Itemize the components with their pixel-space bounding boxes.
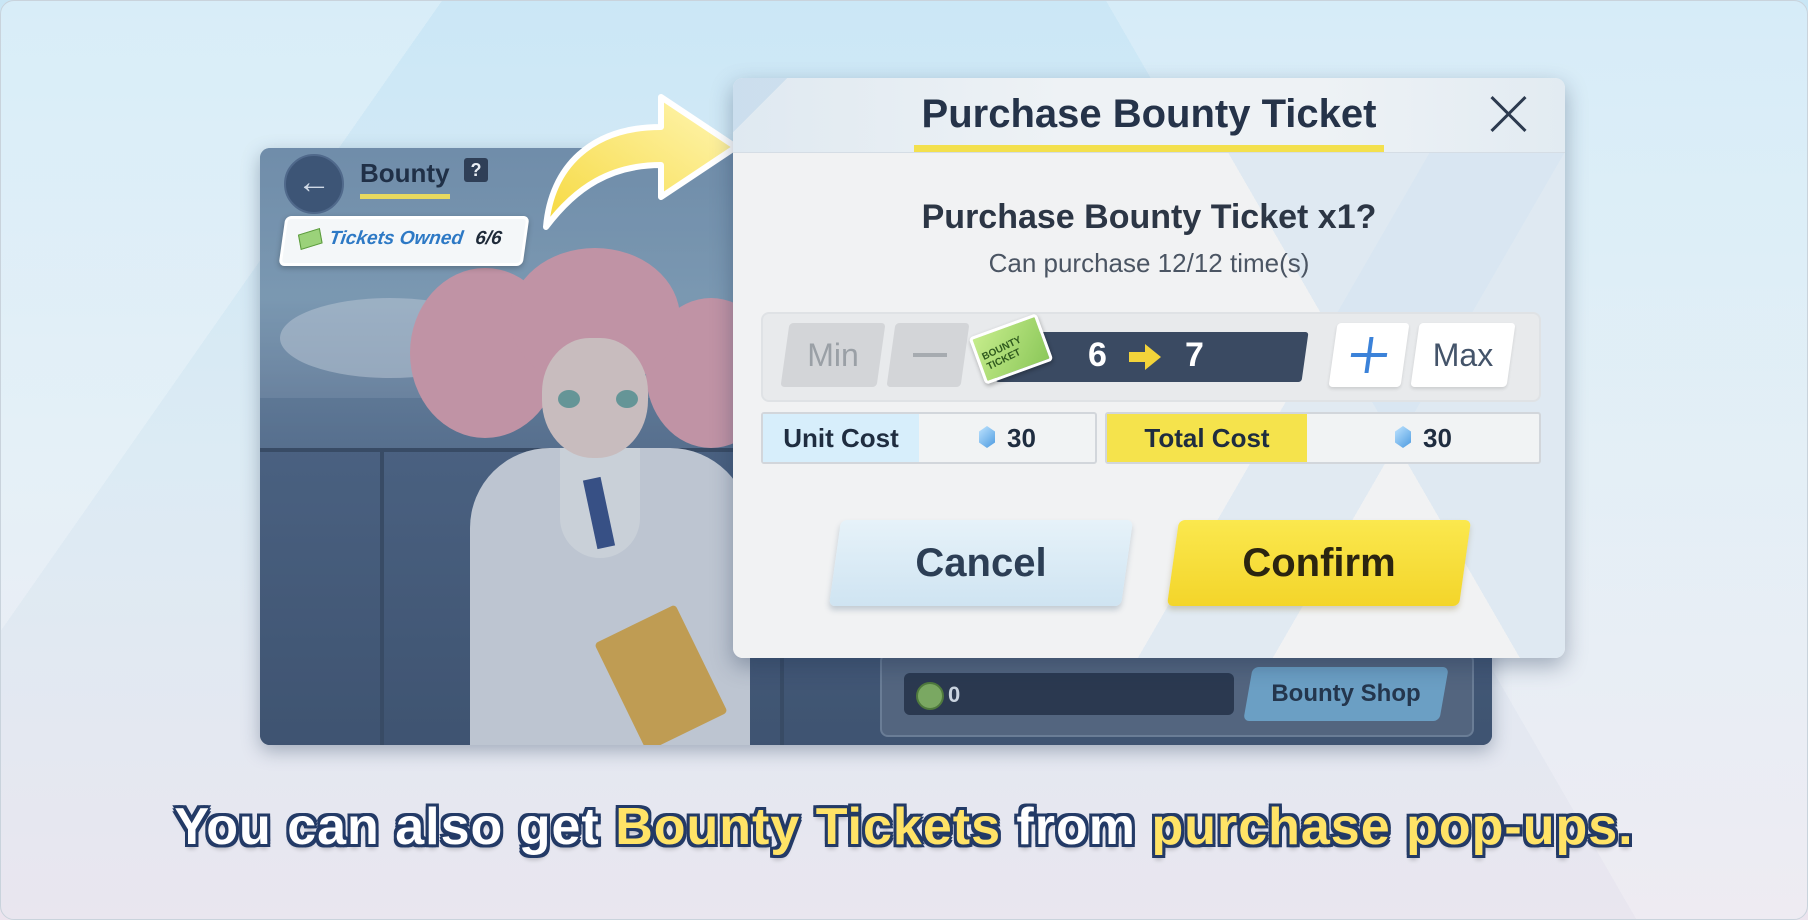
purchase-question: Purchase Bounty Ticket x1?: [921, 198, 1377, 236]
unit-cost-label: Unit Cost: [763, 414, 919, 462]
count-to: 7: [1185, 336, 1204, 374]
tickets-owned-label: Tickets Owned: [327, 228, 465, 249]
bounty-coin-icon: [916, 682, 944, 710]
arrow-left-icon: ←: [297, 163, 331, 201]
increase-button[interactable]: [1328, 323, 1410, 387]
ticket-icon: [297, 227, 323, 251]
bottom-bar: 0 Bounty Shop: [880, 653, 1474, 737]
pyroxene-gem-icon: [1395, 426, 1411, 448]
decrease-button[interactable]: [886, 323, 970, 387]
popup-title-underline: [914, 145, 1384, 152]
max-label: Max: [1432, 337, 1494, 373]
total-cost-label: Total Cost: [1107, 414, 1307, 462]
quantity-selector: Min BOUNTY TICKET 6 7 Max: [761, 312, 1541, 402]
tickets-owned-badge: Tickets Owned 6/6: [278, 216, 530, 266]
confirm-button[interactable]: Confirm: [1166, 520, 1472, 606]
tutorial-frame: ← Bounty ? Tickets Owned 6/6 0 Bounty Sh…: [0, 0, 1808, 920]
count-from: 6: [1088, 336, 1107, 374]
caption-part1: You can also get: [174, 798, 616, 856]
title-underline: [360, 194, 450, 199]
pyroxene-gem-icon: [979, 426, 995, 448]
curved-arrow-icon: [543, 94, 739, 230]
unit-cost-value: 30: [1007, 423, 1036, 453]
tutorial-caption: You can also get Bounty Tickets from pur…: [1, 797, 1807, 857]
bounty-shop-button[interactable]: Bounty Shop: [1243, 667, 1449, 721]
purchase-limit: Can purchase 12/12 time(s): [988, 248, 1310, 278]
tickets-owned-value: 6/6: [473, 228, 504, 249]
min-button[interactable]: Min: [780, 323, 886, 387]
purchase-popup: Purchase Bounty Ticket Purchase Bounty T…: [733, 78, 1565, 658]
cancel-label: Cancel: [915, 541, 1047, 585]
ticket-icon-text: BOUNTY TICKET: [980, 334, 1024, 373]
back-button[interactable]: ←: [284, 154, 344, 214]
points-bar: 0: [904, 673, 1234, 715]
caption-part2: from: [1000, 798, 1152, 856]
arrow-right-icon: [1129, 344, 1161, 370]
popup-title: Purchase Bounty Ticket: [921, 92, 1377, 136]
caption-highlight2: purchase pop-ups.: [1151, 798, 1634, 856]
min-label: Min: [807, 337, 859, 373]
help-icon[interactable]: ?: [464, 158, 488, 182]
screen-title: Bounty: [360, 158, 450, 188]
cancel-button[interactable]: Cancel: [828, 520, 1134, 606]
max-button[interactable]: Max: [1410, 323, 1516, 387]
confirm-label: Confirm: [1242, 541, 1396, 585]
bounty-shop-label: Bounty Shop: [1271, 680, 1421, 707]
caption-highlight1: Bounty Tickets: [615, 798, 1001, 856]
total-cost-value: 30: [1423, 423, 1452, 453]
unit-cost-box: Unit Cost 30: [761, 412, 1097, 464]
points-value: 0: [948, 682, 961, 707]
minus-icon: [913, 353, 947, 357]
close-icon[interactable]: [1487, 92, 1531, 136]
total-cost-box: Total Cost 30: [1105, 412, 1541, 464]
